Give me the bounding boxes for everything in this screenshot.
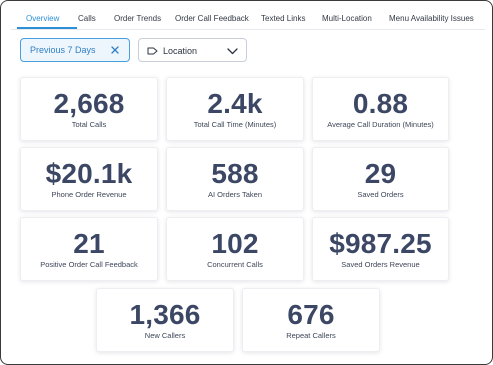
metric-value: 102 [211, 228, 259, 259]
metric-card-new-callers: 1,366 New Callers [96, 288, 234, 352]
metric-card-total-call-time: 2.4k Total Call Time (Minutes) [166, 77, 304, 141]
metric-label: Saved Orders Revenue [341, 260, 420, 269]
metric-label: Average Call Duration (Minutes) [327, 120, 434, 129]
date-range-label: Previous 7 Days [30, 45, 96, 55]
metric-value: 21 [73, 228, 105, 259]
metric-card-concurrent-calls: 102 Concurrent Calls [166, 217, 304, 281]
metric-card-saved-orders: 29 Saved Orders [312, 147, 449, 211]
metric-label: AI Orders Taken [207, 190, 263, 199]
tab-texted-links[interactable]: Texted Links [261, 14, 305, 23]
metric-label: Positive Order Call Feedback [40, 260, 138, 269]
tab-overview[interactable]: Overview [26, 14, 59, 23]
metric-card-positive-order-call-feedback: 21 Positive Order Call Feedback [20, 217, 158, 281]
chevron-down-icon [227, 48, 238, 55]
metric-card-phone-order-revenue: $20.1k Phone Order Revenue [20, 147, 158, 211]
metric-value: 2.4k [207, 88, 263, 119]
date-range-filter[interactable]: Previous 7 Days [20, 38, 130, 62]
location-label: Location [163, 46, 198, 56]
tag-icon [147, 47, 158, 55]
analytics-window: Overview Calls Order Trends Order Call F… [0, 0, 493, 365]
metric-value: 0.88 [352, 88, 409, 119]
metric-label: Total Calls [71, 120, 107, 129]
tab-menu-availability-issues[interactable]: Menu Availability Issues [389, 14, 474, 23]
metric-card-ai-orders-taken: 588 AI Orders Taken [166, 147, 304, 211]
location-filter[interactable]: Location [138, 38, 247, 62]
metric-value: 588 [211, 158, 259, 189]
tab-order-trends[interactable]: Order Trends [114, 14, 161, 23]
metric-card-saved-orders-revenue: $987.25 Saved Orders Revenue [312, 217, 449, 281]
metric-label: Total Call Time (Minutes) [193, 120, 277, 129]
close-icon[interactable] [110, 45, 120, 55]
tab-divider [11, 29, 485, 30]
metric-value: $987.25 [329, 228, 432, 259]
metric-label: Concurrent Calls [207, 260, 263, 269]
metric-label: New Callers [144, 331, 186, 340]
metric-label: Repeat Callers [286, 331, 336, 340]
metric-card-average-call-duration: 0.88 Average Call Duration (Minutes) [312, 77, 449, 141]
metric-value: 29 [364, 158, 397, 189]
tab-multi-location[interactable]: Multi-Location [322, 14, 372, 23]
metric-card-repeat-callers: 676 Repeat Callers [242, 288, 380, 352]
tab-bar: Overview Calls Order Trends Order Call F… [11, 9, 486, 29]
metric-value: $20.1k [45, 158, 133, 189]
metric-value: 1,366 [129, 299, 201, 330]
metric-label: Saved Orders [357, 190, 404, 199]
tab-order-call-feedback[interactable]: Order Call Feedback [175, 14, 249, 23]
tab-calls[interactable]: Calls [78, 14, 96, 23]
metric-value: 676 [287, 299, 335, 330]
metric-value: 2,668 [53, 88, 125, 119]
metric-card-total-calls: 2,668 Total Calls [20, 77, 158, 141]
metric-label: Phone Order Revenue [51, 190, 127, 199]
